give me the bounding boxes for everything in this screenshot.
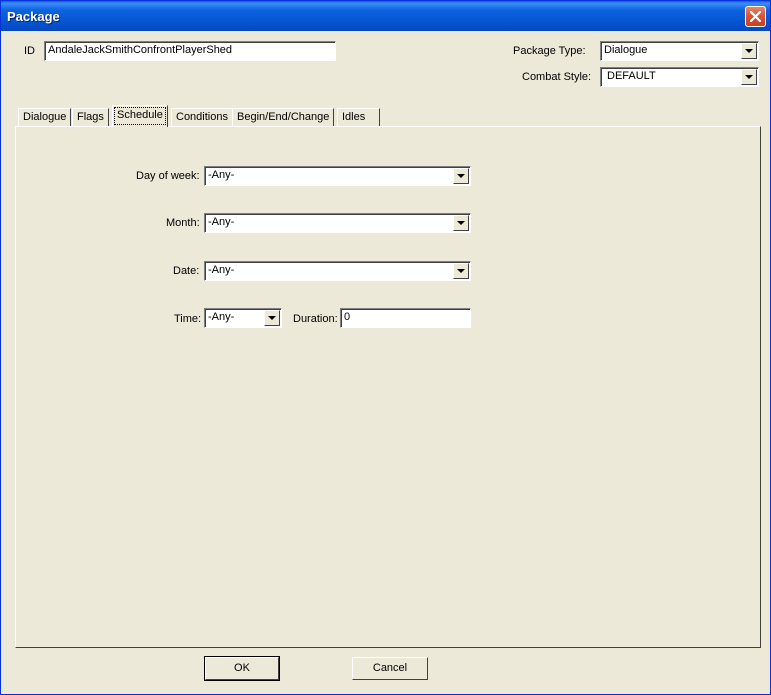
time-dropdown-button[interactable] <box>264 310 280 326</box>
time-value: -Any- <box>208 311 235 323</box>
chevron-down-icon <box>268 316 276 320</box>
time-label: Time: <box>174 313 202 325</box>
chevron-down-icon <box>745 49 753 53</box>
duration-label: Duration: <box>293 313 338 325</box>
chevron-down-icon <box>457 174 465 178</box>
combat-style-dropdown-button[interactable] <box>741 69 757 85</box>
package-type-value: Dialogue <box>604 44 648 56</box>
month-label: Month: <box>166 217 200 229</box>
date-dropdown-button[interactable] <box>453 263 469 279</box>
combat-style-select[interactable]: DEFAULT <box>600 67 759 87</box>
ok-button[interactable]: OK <box>204 656 280 681</box>
chevron-down-icon <box>457 221 465 225</box>
tab-flags[interactable]: Flags <box>72 108 109 127</box>
tab-begin-end-change[interactable]: Begin/End/Change <box>232 108 335 127</box>
month-value: -Any- <box>208 216 235 228</box>
day-of-week-select[interactable]: -Any- <box>204 166 471 186</box>
id-label: ID <box>24 45 35 57</box>
package-type-dropdown-button[interactable] <box>741 43 757 59</box>
package-type-select[interactable]: Dialogue <box>600 41 759 61</box>
duration-input[interactable]: 0 <box>340 308 471 328</box>
tab-dialogue[interactable]: Dialogue <box>18 108 72 127</box>
close-button[interactable] <box>745 6 766 27</box>
window-title: Package <box>7 9 60 24</box>
month-select[interactable]: -Any- <box>204 213 471 233</box>
schedule-panel <box>15 126 761 648</box>
month-dropdown-button[interactable] <box>453 215 469 231</box>
title-bar[interactable]: Package <box>1 1 770 31</box>
combat-style-label: Combat Style: <box>522 71 592 83</box>
tab-idles[interactable]: Idles <box>337 108 381 127</box>
cancel-button[interactable]: Cancel <box>352 657 428 680</box>
combat-style-value: DEFAULT <box>607 70 656 82</box>
chevron-down-icon <box>745 75 753 79</box>
tab-schedule[interactable]: Schedule <box>112 105 168 127</box>
day-of-week-dropdown-button[interactable] <box>453 168 469 184</box>
package-dialog: Package ID AndaleJackSmithConfrontPlayer… <box>0 0 771 695</box>
chevron-down-icon <box>457 269 465 273</box>
date-label: Date: <box>173 265 200 277</box>
tab-conditions[interactable]: Conditions <box>171 108 233 127</box>
date-value: -Any- <box>208 264 235 276</box>
package-type-label: Package Type: <box>513 45 586 57</box>
date-select[interactable]: -Any- <box>204 261 471 281</box>
time-select[interactable]: -Any- <box>204 308 282 328</box>
close-icon <box>750 11 761 22</box>
day-of-week-value: -Any- <box>208 169 235 181</box>
id-input[interactable]: AndaleJackSmithConfrontPlayerShed <box>44 41 336 61</box>
day-of-week-label: Day of week: <box>136 170 200 182</box>
